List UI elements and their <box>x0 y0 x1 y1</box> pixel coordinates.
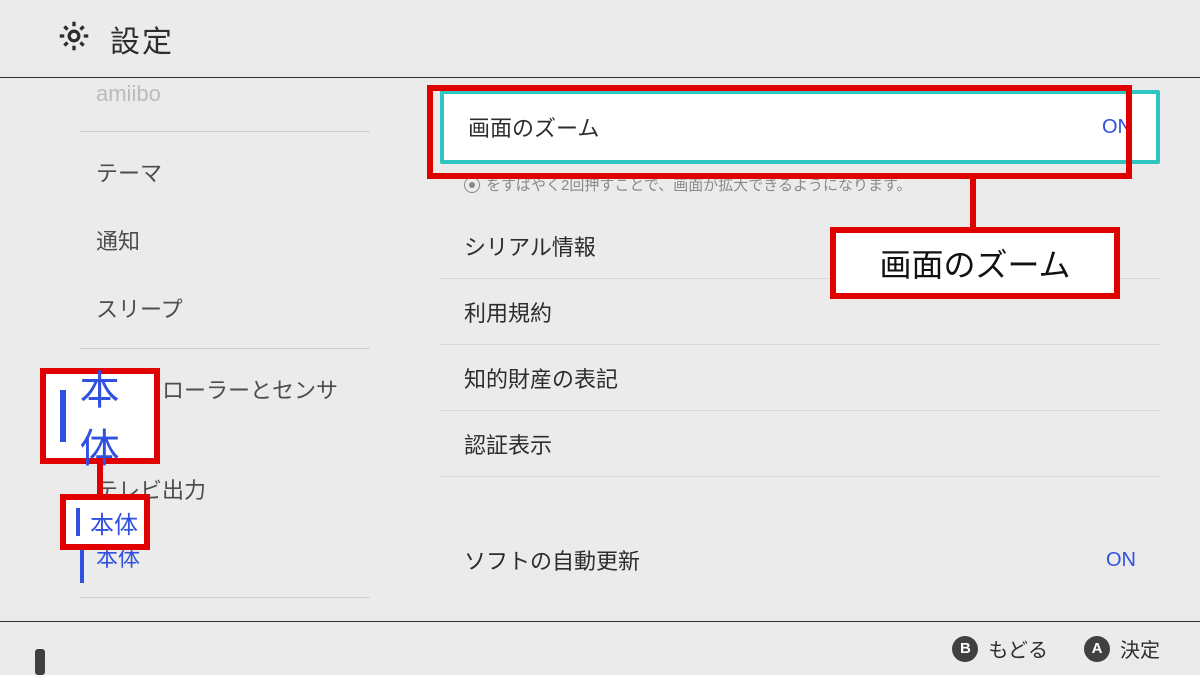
footer-back[interactable]: B もどる <box>952 634 1048 663</box>
gear-icon <box>56 18 92 59</box>
sidebar-divider <box>80 348 370 349</box>
a-button-icon: A <box>1084 636 1110 662</box>
row-label: 画面のズーム <box>468 111 599 143</box>
sidebar-item-system[interactable]: 本体 <box>80 523 370 591</box>
row-label: ソフトの自動更新 <box>464 544 640 576</box>
row-screen-zoom[interactable]: 画面のズーム ON <box>440 90 1160 164</box>
footer-ok-label: 決定 <box>1120 634 1160 663</box>
footer: B もどる A 決定 <box>0 621 1200 675</box>
row-ip-notices[interactable]: 知的財産の表記 <box>440 345 1160 411</box>
sidebar-item-notifications[interactable]: 通知 <box>80 206 370 274</box>
row-value: ON <box>1102 116 1132 139</box>
row-label: 認証表示 <box>464 428 552 460</box>
row-label: 知的財産の表記 <box>464 362 618 394</box>
row-value: ON <box>1106 549 1136 572</box>
sidebar-item-theme[interactable]: テーマ <box>80 138 370 206</box>
sidebar-item-sleep[interactable]: スリープ <box>80 274 370 342</box>
footer-ok[interactable]: A 決定 <box>1084 634 1160 663</box>
sidebar-divider <box>80 597 370 598</box>
footer-back-label: もどる <box>988 634 1048 663</box>
zoom-hint: をすばやく2回押すことで、画面が拡大できるようになります。 <box>440 164 1160 213</box>
header: 設定 <box>0 0 1200 78</box>
sidebar-item-tv-output[interactable]: テレビ出力 <box>80 455 370 523</box>
row-terms[interactable]: 利用規約 <box>440 279 1160 345</box>
row-certifications[interactable]: 認証表示 <box>440 411 1160 477</box>
zoom-hint-text: をすばやく2回押すことで、画面が拡大できるようになります。 <box>486 174 912 195</box>
row-auto-update[interactable]: ソフトの自動更新 ON <box>440 527 1160 593</box>
b-button-icon: B <box>952 636 978 662</box>
row-label: シリアル情報 <box>464 230 596 262</box>
home-button-icon <box>464 177 480 193</box>
row-serial-info[interactable]: シリアル情報 <box>440 213 1160 279</box>
sidebar-item-controllers[interactable]: コントローラーとセンサー <box>80 355 370 455</box>
sidebar-item-amiibo[interactable]: amiibo <box>80 78 370 125</box>
row-label: 利用規約 <box>464 296 552 328</box>
sidebar: amiibo テーマ 通知 スリープ コントローラーとセンサー テレビ出力 本体 <box>0 78 400 618</box>
page-title: 設定 <box>110 17 174 61</box>
content-pane: 画面のズーム ON をすばやく2回押すことで、画面が拡大できるようになります。 … <box>400 78 1200 618</box>
sidebar-divider <box>80 131 370 132</box>
